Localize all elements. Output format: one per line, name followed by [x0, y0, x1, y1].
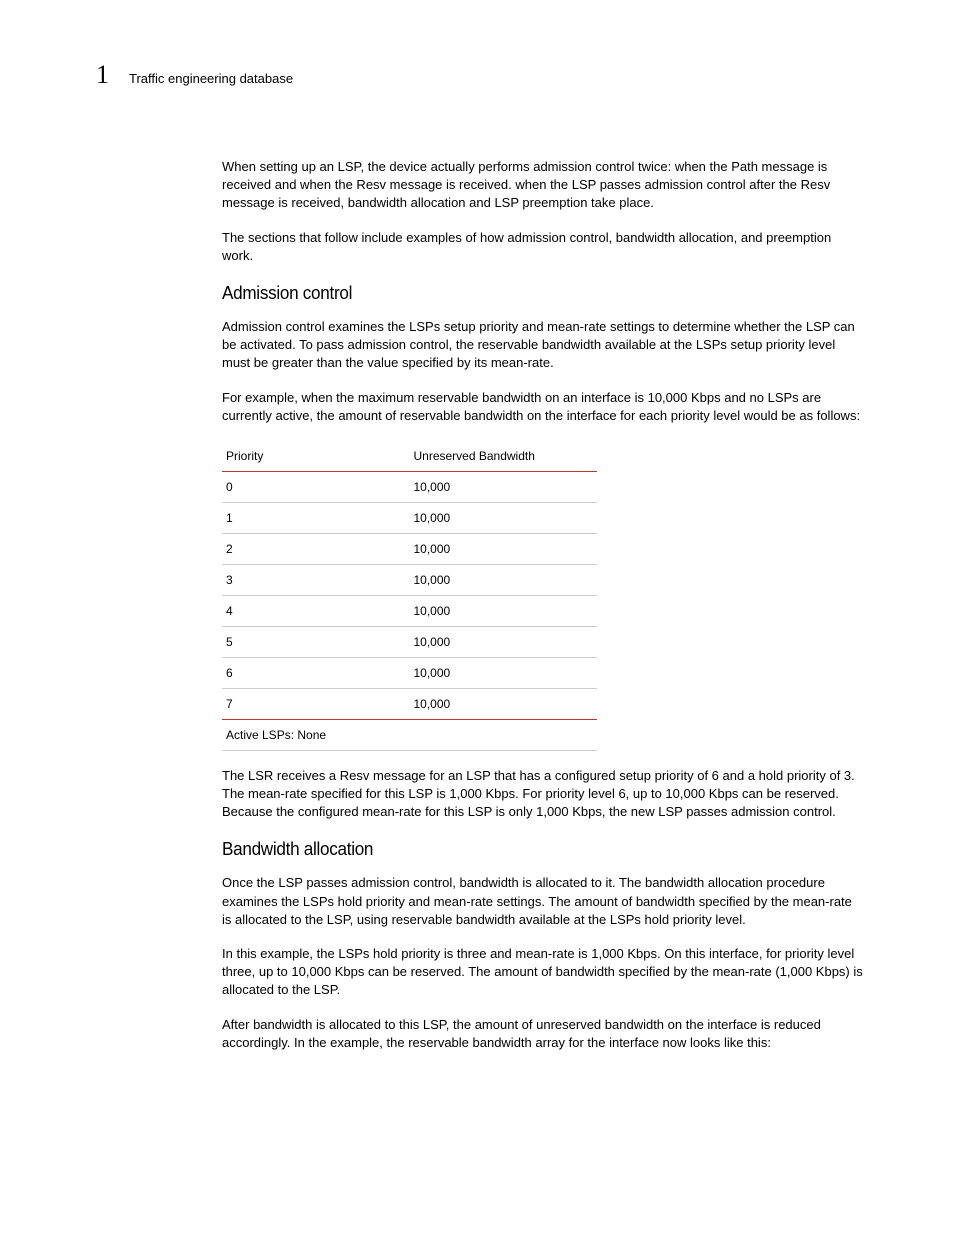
paragraph: In this example, the LSPs hold priority … — [222, 945, 864, 1000]
table-footer-cell: Active LSPs: None — [222, 719, 597, 750]
paragraph: Admission control examines the LSPs setu… — [222, 318, 864, 373]
table-cell: 10,000 — [410, 533, 598, 564]
paragraph: For example, when the maximum reservable… — [222, 389, 864, 425]
page-header: 1 Traffic engineering database — [96, 60, 864, 90]
paragraph: Once the LSP passes admission control, b… — [222, 874, 864, 929]
table-cell: 10,000 — [410, 688, 598, 719]
table-cell: 10,000 — [410, 502, 598, 533]
table-cell: 10,000 — [410, 595, 598, 626]
table-cell: 1 — [222, 502, 410, 533]
table-cell: 10,000 — [410, 657, 598, 688]
heading-bandwidth-allocation: Bandwidth allocation — [222, 839, 832, 860]
table-row: 3 10,000 — [222, 564, 597, 595]
heading-admission-control: Admission control — [222, 283, 832, 304]
table-row: 4 10,000 — [222, 595, 597, 626]
bandwidth-table: Priority Unreserved Bandwidth 0 10,000 1… — [222, 441, 597, 751]
table-row: 6 10,000 — [222, 657, 597, 688]
chapter-number: 1 — [96, 60, 109, 90]
table-row: 1 10,000 — [222, 502, 597, 533]
table-row: 2 10,000 — [222, 533, 597, 564]
table-header-row: Priority Unreserved Bandwidth — [222, 441, 597, 472]
table-cell: 5 — [222, 626, 410, 657]
page: 1 Traffic engineering database When sett… — [0, 0, 954, 1128]
chapter-title: Traffic engineering database — [129, 71, 293, 86]
table-header-cell: Priority — [222, 441, 410, 472]
table-cell: 4 — [222, 595, 410, 626]
table-cell: 10,000 — [410, 626, 598, 657]
table-cell: 3 — [222, 564, 410, 595]
table-row: 7 10,000 — [222, 688, 597, 719]
paragraph: When setting up an LSP, the device actua… — [222, 158, 864, 213]
table-cell: 6 — [222, 657, 410, 688]
paragraph: The LSR receives a Resv message for an L… — [222, 767, 864, 822]
table-cell: 10,000 — [410, 471, 598, 502]
table-row: 5 10,000 — [222, 626, 597, 657]
table-cell: 0 — [222, 471, 410, 502]
table-cell: 7 — [222, 688, 410, 719]
paragraph: The sections that follow include example… — [222, 229, 864, 265]
table-cell: 10,000 — [410, 564, 598, 595]
content: When setting up an LSP, the device actua… — [222, 158, 864, 1052]
paragraph: After bandwidth is allocated to this LSP… — [222, 1016, 864, 1052]
table-row: 0 10,000 — [222, 471, 597, 502]
table-cell: 2 — [222, 533, 410, 564]
table-footer-row: Active LSPs: None — [222, 719, 597, 750]
table-header-cell: Unreserved Bandwidth — [410, 441, 598, 472]
